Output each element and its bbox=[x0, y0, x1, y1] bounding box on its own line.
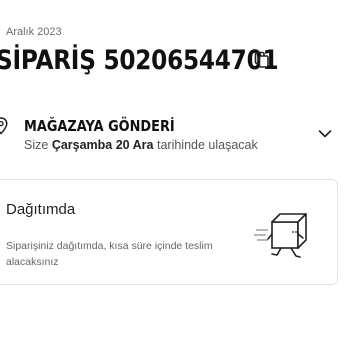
shipment-title: MAĞAZAYA GÖNDERİ bbox=[24, 117, 175, 135]
delivery-box-icon bbox=[254, 208, 312, 264]
chevron-down-icon[interactable] bbox=[318, 126, 332, 138]
order-header: SİPARİŞ 50206544701 bbox=[0, 42, 324, 78]
location-pin-icon bbox=[0, 117, 8, 135]
order-title: SİPARİŞ 50206544701 bbox=[0, 44, 279, 76]
subtitle-suffix: tarihinde ulaşacak bbox=[156, 138, 258, 152]
status-title: Dağıtımda bbox=[6, 201, 76, 218]
delivery-date: Çarşamba 20 Ara bbox=[51, 138, 154, 152]
status-description: Siparişiniz dağıtımda, kısa süre içinde … bbox=[6, 240, 213, 268]
order-date: Aralık 2023 bbox=[6, 26, 62, 38]
subtitle-prefix: Size bbox=[24, 138, 49, 152]
copy-icon[interactable] bbox=[254, 51, 270, 69]
shipment-subtitle: Size Çarşamba 20 Ara tarihinde ulaşacak bbox=[24, 138, 258, 152]
